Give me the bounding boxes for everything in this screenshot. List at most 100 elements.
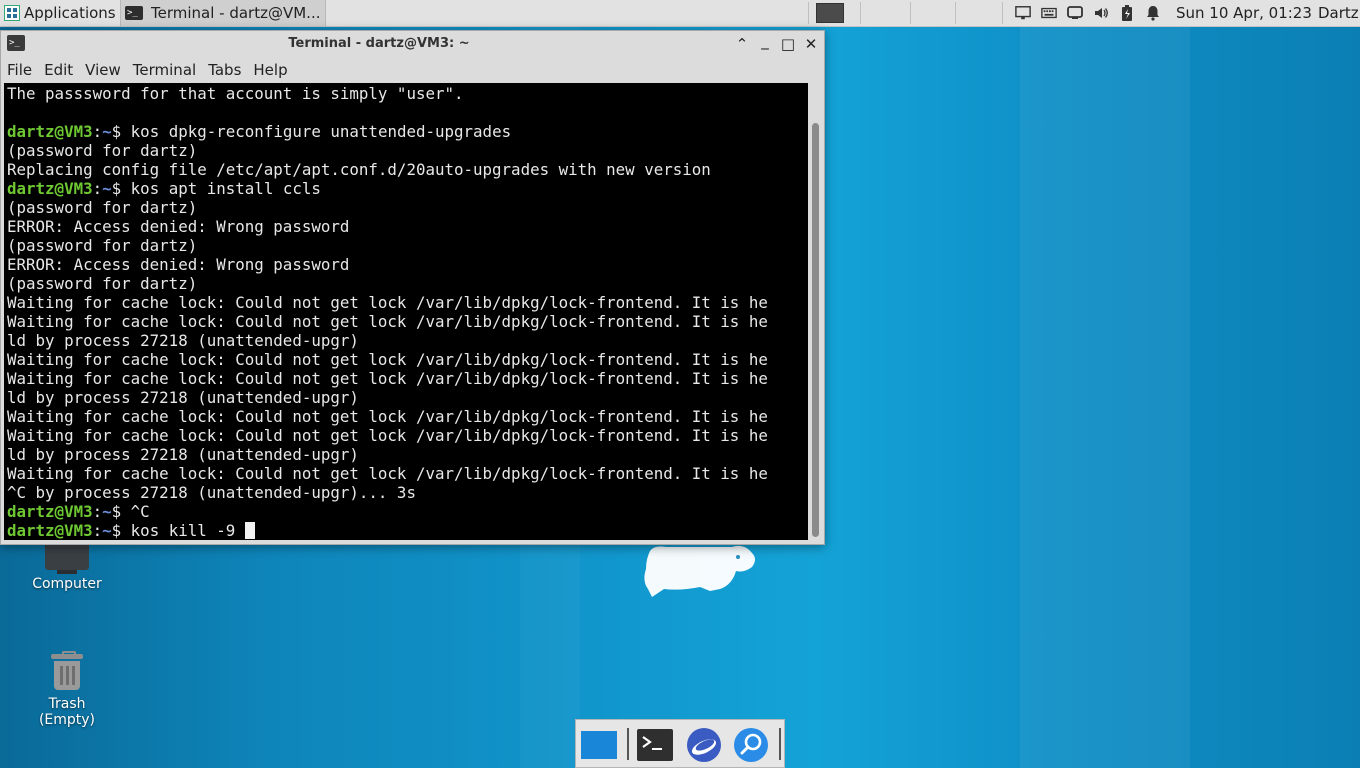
output-text: (password for dartz)	[7, 236, 198, 255]
prompt-symbol: $	[111, 122, 131, 141]
separator	[860, 2, 861, 24]
terminal-line: dartz@VM3:~$ kos apt install ccls	[7, 179, 808, 198]
output-text: The passsword for that account is simply…	[7, 84, 464, 103]
terminal-line: Waiting for cache lock: Could not get lo…	[7, 464, 808, 483]
command-text: ^C	[130, 502, 150, 521]
network-icon[interactable]	[1015, 5, 1031, 21]
output-text: ^C by process 27218 (unattended-upgr)...…	[7, 483, 416, 502]
output-text: Waiting for cache lock: Could not get lo…	[7, 312, 768, 331]
separator	[910, 2, 911, 24]
prompt-symbol: $	[111, 179, 131, 198]
output-text: Waiting for cache lock: Could not get lo…	[7, 464, 768, 483]
dock-show-desktop[interactable]	[580, 726, 618, 764]
terminal-window: >_ Terminal - dartz@VM3: ~ ⌃ _ □ ✕ File E…	[0, 30, 825, 545]
terminal-line: (password for dartz)	[7, 141, 808, 160]
command-text: kos kill -9	[130, 521, 245, 540]
output-text: Replacing config file /etc/apt/apt.conf.…	[7, 160, 711, 179]
terminal-line: ERROR: Access denied: Wrong password	[7, 255, 808, 274]
terminal-line: dartz@VM3:~$ kos kill -9	[7, 521, 808, 540]
terminal-line: Replacing config file /etc/apt/apt.conf.…	[7, 160, 808, 179]
top-panel: Applications >_ Terminal - dartz@VM... S…	[0, 0, 1360, 27]
output-text: ERROR: Access denied: Wrong password	[7, 217, 350, 236]
output-text: ld by process 27218 (unattended-upgr)	[7, 388, 359, 407]
scrollbar-thumb[interactable]	[812, 123, 819, 537]
dock	[575, 719, 785, 768]
minimize-button[interactable]: _	[755, 31, 775, 51]
workspace-1[interactable]	[816, 3, 844, 23]
separator	[955, 2, 956, 24]
xfce-mouse-logo	[644, 545, 755, 597]
menu-help[interactable]: Help	[247, 61, 293, 79]
dock-terminal[interactable]	[636, 726, 674, 764]
terminal-line: Waiting for cache lock: Could not get lo…	[7, 369, 808, 388]
terminal-line: (password for dartz)	[7, 236, 808, 255]
dock-separator	[627, 728, 629, 760]
keyboard-icon[interactable]	[1041, 5, 1057, 21]
separator	[1002, 2, 1003, 24]
prompt-path: ~	[102, 521, 112, 540]
terminal-line: ^C by process 27218 (unattended-upgr)...…	[7, 483, 808, 502]
menu-edit[interactable]: Edit	[38, 61, 79, 79]
display-icon[interactable]	[1067, 5, 1083, 21]
desktop-icon-trash[interactable]: Trash (Empty)	[12, 651, 122, 728]
prompt-user: dartz@VM3	[7, 502, 93, 521]
taskbar-terminal-label: Terminal - dartz@VM...	[151, 4, 321, 22]
dock-search[interactable]	[732, 726, 770, 764]
terminal-scrollbar[interactable]	[808, 83, 824, 540]
output-text: (password for dartz)	[7, 141, 198, 160]
prompt-path: ~	[102, 122, 112, 141]
applications-menu[interactable]: Applications	[0, 0, 120, 26]
terminal-line: ld by process 27218 (unattended-upgr)	[7, 388, 808, 407]
prompt-separator: :	[92, 179, 103, 198]
system-tray	[1010, 0, 1166, 26]
prompt-symbol: $	[111, 521, 131, 540]
clock[interactable]: Sun 10 Apr, 01:23	[1176, 0, 1312, 26]
close-button[interactable]: ✕	[801, 34, 821, 54]
volume-icon[interactable]	[1093, 5, 1109, 21]
prompt-path: ~	[102, 179, 112, 198]
output-text: ERROR: Access denied: Wrong password	[7, 255, 350, 274]
output-text: Waiting for cache lock: Could not get lo…	[7, 293, 768, 312]
prompt-separator: :	[92, 521, 103, 540]
battery-icon[interactable]	[1119, 5, 1135, 21]
prompt-separator: :	[92, 122, 103, 141]
maximize-button[interactable]: □	[778, 34, 798, 54]
terminal-line: (password for dartz)	[7, 198, 808, 217]
menubar: File Edit View Terminal Tabs Help	[1, 57, 824, 83]
prompt-symbol: $	[111, 502, 131, 521]
menu-terminal[interactable]: Terminal	[127, 61, 202, 79]
search-icon	[734, 728, 768, 762]
applications-label: Applications	[24, 4, 116, 22]
terminal-line: (password for dartz)	[7, 274, 808, 293]
output-text: Waiting for cache lock: Could not get lo…	[7, 407, 768, 426]
output-text: ld by process 27218 (unattended-upgr)	[7, 331, 359, 350]
window-title: Terminal - dartz@VM3: ~	[288, 36, 470, 51]
window-titlebar[interactable]: >_ Terminal - dartz@VM3: ~ ⌃ _ □ ✕	[1, 31, 824, 57]
menu-tabs[interactable]: Tabs	[202, 61, 247, 79]
terminal-icon: >_	[125, 6, 143, 20]
output-text: Waiting for cache lock: Could not get lo…	[7, 350, 768, 369]
prompt-user: dartz@VM3	[7, 521, 93, 540]
terminal-line: Waiting for cache lock: Could not get lo…	[7, 312, 808, 331]
terminal-line: Waiting for cache lock: Could not get lo…	[7, 350, 808, 369]
trash-icon	[51, 651, 83, 690]
terminal-line: dartz@VM3:~$ ^C	[7, 502, 808, 521]
trash-label: Trash	[48, 696, 86, 712]
menu-view[interactable]: View	[79, 61, 127, 79]
computer-label: Computer	[32, 576, 102, 592]
prompt-user: dartz@VM3	[7, 179, 93, 198]
workspace-switcher[interactable]	[815, 0, 845, 26]
user-menu[interactable]: Dartz	[1318, 0, 1359, 26]
notifications-icon[interactable]	[1145, 5, 1161, 21]
menu-file[interactable]: File	[1, 61, 38, 79]
dock-browser[interactable]	[685, 726, 723, 764]
terminal-output[interactable]: The passsword for that account is simply…	[4, 83, 808, 540]
output-text: Waiting for cache lock: Could not get lo…	[7, 426, 768, 445]
desktop-icon-computer[interactable]: Computer	[12, 540, 122, 592]
taskbar-terminal-button[interactable]: >_ Terminal - dartz@VM...	[120, 0, 326, 26]
prompt-separator: :	[92, 502, 103, 521]
shade-button[interactable]: ⌃	[732, 34, 752, 54]
terminal-line: The passsword for that account is simply…	[7, 84, 808, 103]
terminal-line: Waiting for cache lock: Could not get lo…	[7, 407, 808, 426]
